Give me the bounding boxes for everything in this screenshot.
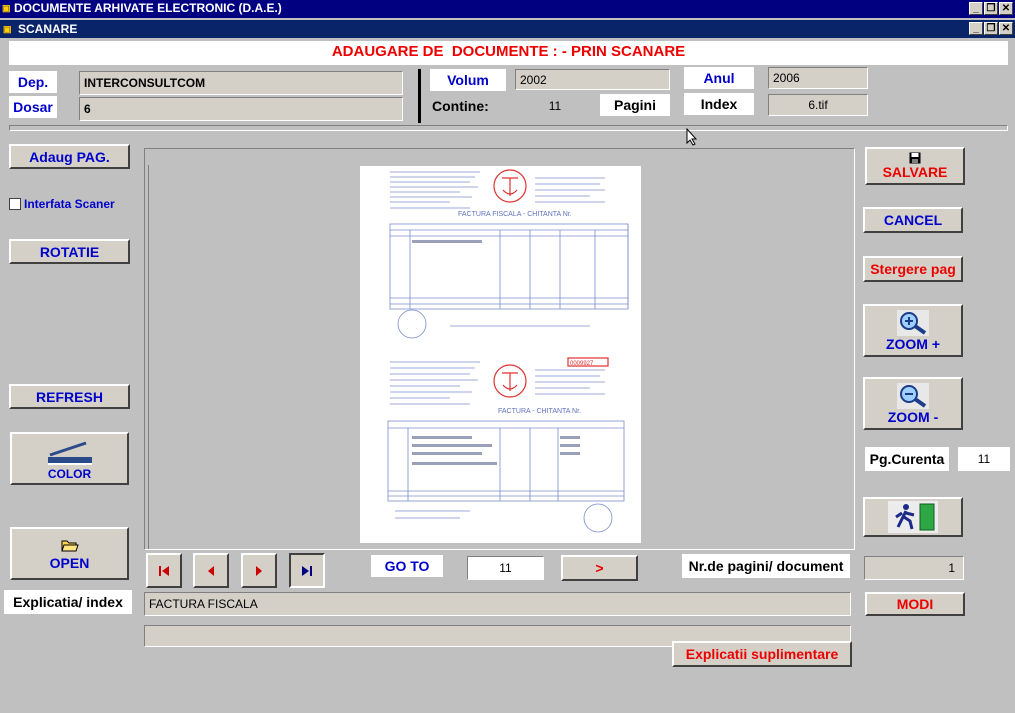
add-page-button[interactable]: Adaug PAG. bbox=[9, 144, 130, 169]
goto-label: GO TO bbox=[371, 555, 443, 577]
last-page-button[interactable] bbox=[289, 553, 325, 588]
window-title-bar: ▣ SCANARE _ ❐ ✕ bbox=[0, 20, 1015, 38]
exit-button[interactable] bbox=[863, 497, 963, 537]
scanner-icon bbox=[46, 437, 94, 467]
app-title: DOCUMENTE ARHIVATE ELECTRONIC (D.A.E.) bbox=[14, 1, 282, 15]
anul-label: Anul bbox=[684, 67, 754, 89]
cancel-button[interactable]: CANCEL bbox=[863, 207, 963, 233]
folder-open-icon bbox=[60, 537, 79, 555]
explanation-field[interactable]: FACTURA FISCALA bbox=[144, 592, 851, 616]
anul-field[interactable]: 2006 bbox=[768, 67, 868, 89]
next-page-button[interactable] bbox=[241, 553, 277, 588]
page-header: ADAUGARE DE DOCUMENTE : - PRIN SCANARE bbox=[9, 41, 1008, 65]
scanner-interface-label: Interfata Scaner bbox=[24, 197, 115, 211]
zoom-out-button[interactable]: ZOOM - bbox=[863, 377, 963, 430]
floppy-disk-icon bbox=[909, 152, 921, 164]
pagini-label: Pagini bbox=[600, 94, 670, 116]
mouse-cursor bbox=[686, 127, 698, 146]
close-button[interactable]: ✕ bbox=[999, 2, 1013, 15]
app-title-bar: ▣ DOCUMENTE ARHIVATE ELECTRONIC (D.A.E.)… bbox=[0, 0, 1015, 18]
pages-per-document-field[interactable]: 1 bbox=[864, 556, 964, 580]
vertical-divider bbox=[418, 69, 421, 123]
refresh-button[interactable]: REFRESH bbox=[9, 384, 130, 409]
volum-field[interactable]: 2002 bbox=[515, 69, 670, 90]
dosar-field[interactable]: 6 bbox=[79, 97, 403, 121]
zoom-in-button[interactable]: ZOOM + bbox=[863, 304, 963, 357]
minimize-button[interactable]: _ bbox=[969, 2, 983, 15]
scanner-interface-checkbox-row[interactable]: Interfata Scaner bbox=[9, 196, 139, 212]
dep-field[interactable]: INTERCONSULTCOM bbox=[79, 71, 403, 95]
window-title: SCANARE bbox=[18, 22, 78, 36]
delete-page-button[interactable]: Stergere pag bbox=[863, 256, 963, 282]
pages-per-document-label: Nr.de pagini/ document bbox=[682, 554, 850, 578]
child-close-button[interactable]: ✕ bbox=[999, 22, 1013, 35]
separator-bar bbox=[9, 125, 1008, 131]
invoice-number: 0009927 bbox=[570, 361, 594, 367]
open-button[interactable]: OPEN bbox=[10, 527, 129, 580]
exit-door-icon bbox=[888, 501, 938, 533]
contine-label: Contine: bbox=[432, 98, 489, 114]
current-page-label: Pg.Curenta bbox=[865, 447, 949, 471]
color-label: COLOR bbox=[47, 466, 92, 481]
index-label: Index bbox=[684, 93, 754, 115]
first-page-button[interactable] bbox=[146, 553, 182, 588]
goto-button[interactable]: > bbox=[561, 555, 638, 581]
arrow-left-icon bbox=[206, 565, 216, 577]
goto-page-input[interactable]: 11 bbox=[467, 556, 544, 580]
skip-back-icon bbox=[158, 565, 170, 577]
zoom-in-icon bbox=[897, 309, 929, 336]
viewer-inner-border bbox=[148, 165, 149, 549]
extra-explanations-button[interactable]: Explicatii suplimentare bbox=[672, 641, 852, 667]
current-page-value: 11 bbox=[958, 447, 1010, 471]
zoom-in-label: ZOOM + bbox=[885, 335, 941, 352]
contine-value: 11 bbox=[548, 99, 562, 113]
skip-forward-icon bbox=[301, 565, 313, 577]
scanner-interface-checkbox[interactable] bbox=[9, 198, 21, 210]
child-restore-button[interactable]: ❐ bbox=[984, 22, 998, 35]
dep-label: Dep. bbox=[9, 71, 57, 93]
index-field[interactable]: 6.tif bbox=[768, 94, 868, 116]
scanned-document-preview: FACTURA FISCALA - CHITANTA Nr. 0009927 F… bbox=[360, 166, 641, 543]
color-scan-button[interactable]: COLOR bbox=[10, 432, 129, 485]
volum-label: Volum bbox=[430, 69, 506, 91]
restore-button[interactable]: ❐ bbox=[984, 2, 998, 15]
dosar-label: Dosar bbox=[9, 96, 57, 118]
save-button[interactable]: SALVARE bbox=[865, 147, 965, 185]
child-minimize-button[interactable]: _ bbox=[969, 22, 983, 35]
zoom-out-label: ZOOM - bbox=[887, 408, 939, 425]
zoom-out-icon bbox=[897, 382, 929, 409]
invoice2-title: FACTURA - CHITANTA Nr. bbox=[498, 408, 581, 415]
scanned-invoice-image: FACTURA FISCALA - CHITANTA Nr. 0009927 F… bbox=[387, 169, 629, 533]
open-label: OPEN bbox=[49, 554, 90, 571]
explanation-label: Explicatia/ index bbox=[4, 590, 132, 614]
rotate-button[interactable]: ROTATIE bbox=[9, 239, 130, 264]
modify-button[interactable]: MODI bbox=[865, 592, 965, 616]
previous-page-button[interactable] bbox=[193, 553, 229, 588]
invoice1-title: FACTURA FISCALA - CHITANTA Nr. bbox=[458, 211, 572, 218]
window-icon: ▣ bbox=[3, 24, 12, 34]
arrow-right-icon bbox=[254, 565, 264, 577]
save-label: SALVARE bbox=[882, 164, 948, 180]
app-icon: ▣ bbox=[2, 3, 11, 13]
